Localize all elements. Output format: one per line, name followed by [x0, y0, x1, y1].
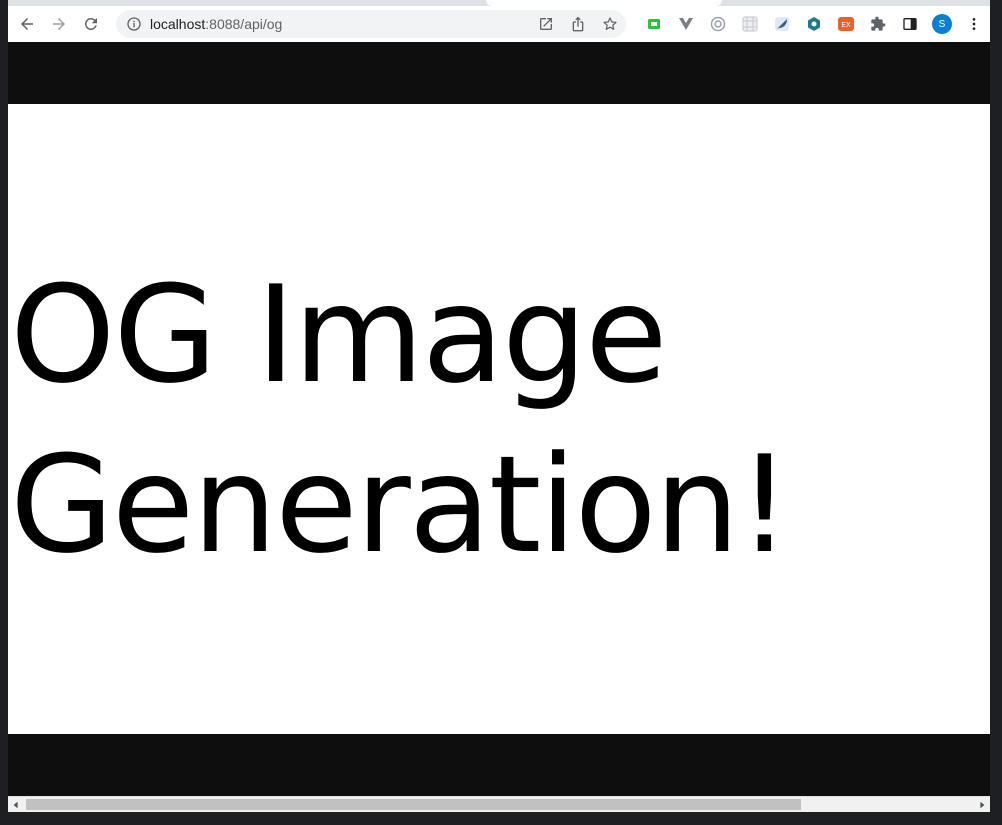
share-icon[interactable]: [568, 14, 588, 34]
page-viewport: OG Image Generation!: [8, 42, 990, 796]
reload-button[interactable]: [76, 9, 106, 39]
svg-text:EX: EX: [841, 22, 851, 29]
kebab-menu-icon[interactable]: [958, 10, 990, 38]
profile-button[interactable]: S: [926, 10, 958, 38]
og-image-canvas: OG Image Generation!: [8, 104, 990, 734]
browser-toolbar: localhost:8088/api/og EX S: [8, 6, 990, 42]
address-bar[interactable]: localhost:8088/api/og: [116, 10, 626, 38]
open-external-icon[interactable]: [536, 14, 556, 34]
url-host: localhost: [150, 16, 206, 32]
scrollbar-thumb[interactable]: [26, 799, 801, 810]
info-icon[interactable]: [126, 16, 142, 32]
star-icon[interactable]: [600, 14, 620, 34]
hex-extension-icon[interactable]: [798, 10, 830, 38]
back-button[interactable]: [12, 9, 42, 39]
arrow-left-icon: [21, 18, 33, 30]
editor-left-gutter: [0, 0, 8, 825]
avatar: S: [932, 14, 952, 34]
vue-devtools-extension-icon[interactable]: [670, 10, 702, 38]
puzzle-icon[interactable]: [862, 10, 894, 38]
editor-right-gutter: [990, 0, 1002, 825]
browser-window: localhost:8088/api/og EX S OG Image Gene…: [8, 0, 990, 812]
url-path: :8088/api/og: [205, 16, 283, 32]
target-extension-icon[interactable]: [702, 10, 734, 38]
reload-icon: [84, 17, 97, 30]
side-panel-icon[interactable]: [894, 10, 926, 38]
og-heading: OG Image Generation!: [10, 257, 791, 583]
grid-extension-icon[interactable]: [734, 10, 766, 38]
address-url[interactable]: localhost:8088/api/og: [150, 16, 282, 32]
scroll-right-icon[interactable]: [977, 800, 987, 810]
scroll-left-icon[interactable]: [11, 800, 21, 810]
arrow-right-icon: [53, 18, 65, 30]
screen-capture-extension-icon[interactable]: [638, 10, 670, 38]
horizontal-scrollbar[interactable]: [8, 796, 990, 812]
feather-extension-icon[interactable]: [766, 10, 798, 38]
extensions-bar: EX S: [638, 10, 990, 38]
address-bar-actions: [536, 14, 620, 34]
ex-extension-icon[interactable]: EX: [830, 10, 862, 38]
forward-button[interactable]: [44, 9, 74, 39]
